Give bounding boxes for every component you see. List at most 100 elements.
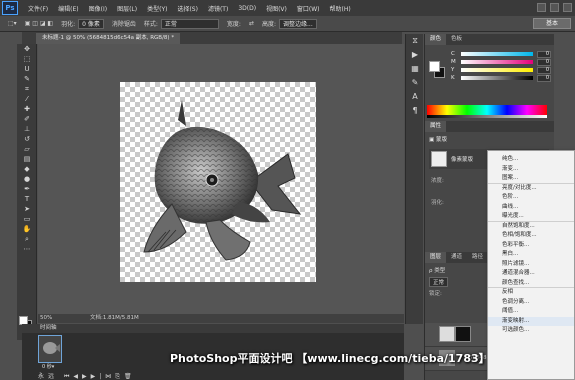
minimize-icon[interactable]: [537, 3, 546, 12]
document-canvas[interactable]: [120, 82, 316, 282]
path-select-tool-icon[interactable]: ➤: [17, 204, 37, 214]
layer-row-1[interactable]: [425, 323, 489, 347]
menu-item-solid-color[interactable]: 纯色...: [488, 155, 574, 165]
zoom-tool-icon[interactable]: ⌕: [17, 234, 37, 244]
menu-item-curves[interactable]: 曲线...: [488, 203, 574, 213]
hand-tool-icon[interactable]: ✋: [17, 224, 37, 234]
workspace-button[interactable]: 基本: [533, 18, 571, 29]
brush-tool-icon[interactable]: ✐: [17, 114, 37, 124]
menu-edit[interactable]: 编辑(E): [58, 4, 78, 13]
actions-icon[interactable]: ▶: [406, 48, 424, 62]
menu-item-black-white[interactable]: 黑白...: [488, 250, 574, 260]
menu-item-color-balance[interactable]: 色彩平衡...: [488, 241, 574, 251]
menu-file[interactable]: 文件(F): [28, 4, 48, 13]
menu-item-invert[interactable]: 反相: [488, 288, 574, 298]
maximize-icon[interactable]: [550, 3, 559, 12]
menu-item-color-lookup[interactable]: 颜色查找...: [488, 279, 574, 288]
menu-item-vibrance[interactable]: 自然饱和度...: [488, 222, 574, 232]
menu-view[interactable]: 视图(V): [266, 4, 287, 13]
menu-item-hue-saturation[interactable]: 色相/饱和度...: [488, 231, 574, 241]
menu-item-photo-filter[interactable]: 照片滤镜...: [488, 260, 574, 270]
menu-item-posterize[interactable]: 色调分离...: [488, 298, 574, 308]
tab-channels[interactable]: 通道: [446, 252, 467, 263]
menu-select[interactable]: 选择(S): [177, 4, 198, 13]
menu-image[interactable]: 图像(I): [89, 4, 107, 13]
timeline-tab[interactable]: 时间轴: [40, 325, 57, 331]
marquee-tool-icon[interactable]: ⬚: [17, 54, 37, 64]
menu-3d[interactable]: 3D(D): [238, 5, 256, 12]
move-tool-icon[interactable]: ✥: [17, 44, 37, 54]
menu-window[interactable]: 窗口(W): [297, 4, 320, 13]
slider-c[interactable]: [461, 52, 533, 56]
duplicate-frame-icon[interactable]: ⎘: [115, 373, 124, 380]
slider-m[interactable]: [461, 60, 533, 64]
menu-item-levels[interactable]: 色阶...: [488, 193, 574, 203]
pen-tool-icon[interactable]: ✒: [17, 184, 37, 194]
crop-tool-icon[interactable]: ⌗: [17, 84, 37, 94]
more-tools-icon[interactable]: ⋯: [17, 244, 37, 254]
clone-stamp-tool-icon[interactable]: ⊥: [17, 124, 37, 134]
layer-kind-filter[interactable]: ρ 类型: [429, 266, 445, 274]
history-icon[interactable]: ⧖: [406, 34, 424, 48]
menu-layer[interactable]: 图层(L): [117, 4, 137, 13]
prev-frame-icon[interactable]: ◀: [73, 373, 82, 380]
shape-tool-icon[interactable]: ▭: [17, 214, 37, 224]
play-icon[interactable]: ▶: [82, 373, 91, 380]
brush-dock-icon[interactable]: ✎: [406, 76, 424, 90]
slider-y[interactable]: [461, 68, 533, 72]
first-frame-icon[interactable]: ⏮: [64, 373, 73, 380]
tab-color[interactable]: 颜色: [425, 34, 447, 45]
menu-type[interactable]: 类型(Y): [147, 4, 167, 13]
menu-item-pattern[interactable]: 图案...: [488, 174, 574, 184]
swatch-dock-icon[interactable]: ▦: [406, 62, 424, 76]
color-spectrum[interactable]: [427, 105, 547, 115]
frame-delay[interactable]: 0 秒▾: [42, 363, 54, 370]
menu-help[interactable]: 帮助(H): [330, 4, 351, 13]
dodge-tool-icon[interactable]: ●: [17, 174, 37, 184]
quick-select-tool-icon[interactable]: ✎: [17, 74, 37, 84]
menu-item-brightness-contrast[interactable]: 亮度/对比度...: [488, 184, 574, 194]
paragraph-icon[interactable]: ¶: [406, 104, 424, 118]
menu-item-channel-mixer[interactable]: 通道混合器...: [488, 269, 574, 279]
tween-icon[interactable]: ⋈: [105, 373, 115, 380]
character-icon[interactable]: A: [406, 90, 424, 104]
delete-frame-icon[interactable]: 🗑: [124, 373, 136, 380]
antialias-checkbox[interactable]: 消除锯齿: [112, 19, 136, 28]
eyedropper-tool-icon[interactable]: ⁄: [17, 94, 37, 104]
marquee-tool-preset-icon[interactable]: ⬚▾: [8, 20, 17, 27]
menu-filter[interactable]: 滤镜(T): [208, 4, 228, 13]
next-frame-icon[interactable]: ▶|: [91, 373, 106, 380]
menu-item-exposure[interactable]: 曝光度...: [488, 212, 574, 222]
menu-item-threshold[interactable]: 阈值...: [488, 307, 574, 317]
document-tab[interactable]: 未标题-1 @ 50% (5684815d6c54a 副本, RGB/8) *: [36, 33, 181, 44]
document-tab-bar: 未标题-1 @ 50% (5684815d6c54a 副本, RGB/8) *: [22, 32, 402, 44]
eraser-tool-icon[interactable]: ▱: [17, 144, 37, 154]
lasso-tool-icon[interactable]: ᑌ: [17, 64, 37, 74]
tab-properties[interactable]: 属性: [425, 121, 447, 132]
selection-mode-icons[interactable]: ▣ ◫ ◪ ◧: [25, 20, 53, 27]
menu-item-gradient[interactable]: 渐变...: [488, 165, 574, 175]
tab-layers[interactable]: 图层: [425, 252, 447, 263]
slider-k[interactable]: [461, 76, 533, 80]
gradient-tool-icon[interactable]: ▤: [17, 154, 37, 164]
healing-brush-tool-icon[interactable]: ✚: [17, 104, 37, 114]
menu-item-selective-color[interactable]: 可选颜色...: [488, 326, 574, 336]
refine-edge-button[interactable]: 调整边缘...: [279, 18, 317, 29]
grayscale-ramp[interactable]: [427, 115, 547, 118]
close-icon[interactable]: [563, 3, 572, 12]
blend-mode-select[interactable]: 正常: [429, 277, 449, 287]
loop-select[interactable]: 永远: [38, 373, 58, 380]
tab-swatches[interactable]: 色板: [446, 34, 467, 45]
blur-tool-icon[interactable]: ◆: [17, 164, 37, 174]
menu-item-gradient-map[interactable]: 渐变映射...: [488, 316, 574, 326]
zoom-level[interactable]: 50%: [40, 314, 52, 323]
history-brush-tool-icon[interactable]: ↺: [17, 134, 37, 144]
style-select[interactable]: 正常: [160, 18, 219, 29]
color-fg-chip[interactable]: [429, 61, 440, 72]
feather-input[interactable]: 0 像素: [78, 18, 104, 29]
animation-frame[interactable]: [38, 335, 62, 363]
document-info[interactable]: 文档:1.81M/5.81M: [90, 314, 139, 323]
type-tool-icon[interactable]: T: [17, 194, 37, 204]
swap-icon[interactable]: ⇄: [249, 20, 254, 27]
tab-paths[interactable]: 路径: [467, 252, 488, 263]
